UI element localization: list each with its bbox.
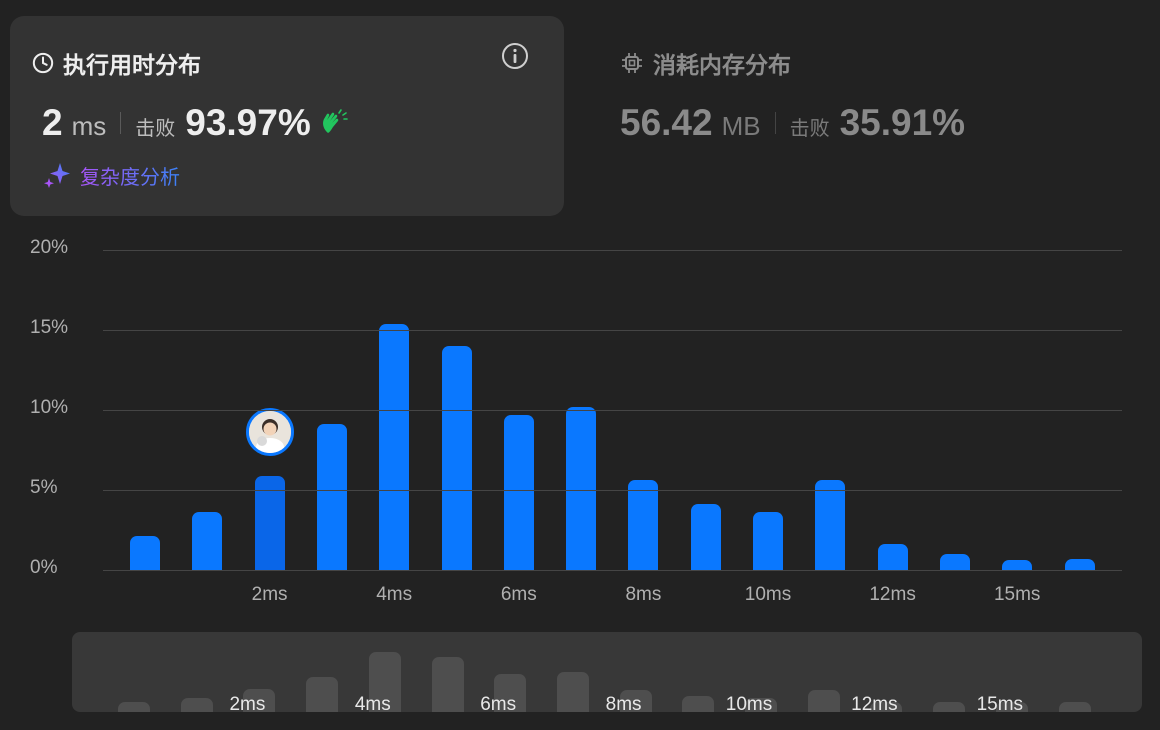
y-tick-label: 10%: [30, 397, 69, 418]
overview-bar: [118, 702, 150, 712]
runtime-unit: ms: [71, 111, 107, 141]
chart-bar[interactable]: [566, 406, 597, 570]
chart-bar[interactable]: [1064, 558, 1095, 570]
range-overview[interactable]: 2ms 4ms 6ms 8ms 10ms 12ms 15ms: [72, 632, 1142, 712]
runtime-title: 执行用时分布: [32, 46, 201, 80]
overview-bar: [180, 697, 213, 712]
chart-bar[interactable]: [192, 512, 223, 570]
divider: [120, 112, 122, 134]
chart-bar[interactable]: [1002, 560, 1033, 570]
chart-bar[interactable]: [628, 480, 659, 570]
memory-metric: 56.42 MB 击败 35.91%: [620, 102, 965, 144]
overview-bar: [306, 676, 339, 712]
avatar-image: [249, 411, 291, 453]
memory-beat-percent: 35.91%: [839, 102, 966, 143]
overview-bar: [933, 702, 966, 712]
sparkle-icon: [44, 163, 70, 188]
overview-bar: [807, 690, 840, 712]
chart-bar[interactable]: [316, 424, 347, 570]
runtime-title-label: 执行用时分布: [63, 53, 201, 79]
overview-bar: [682, 696, 715, 712]
overview-tick-label: 2ms: [229, 694, 266, 712]
overview-tick-label: 8ms: [605, 694, 642, 712]
chart-bar[interactable]: [877, 544, 908, 570]
gridline: [103, 330, 1122, 331]
chart-bar[interactable]: [939, 554, 970, 570]
divider: [774, 112, 776, 134]
memory-unit: MB: [721, 111, 761, 141]
gridline: [103, 250, 1122, 251]
y-tick-label: 20%: [30, 237, 69, 258]
x-tick-label: 8ms: [625, 584, 662, 605]
chart-bar[interactable]: [503, 414, 534, 570]
overview-bar: [431, 657, 464, 712]
overview-tick-label: 15ms: [976, 694, 1024, 712]
memory-beat-label: 击败: [789, 116, 830, 140]
user-avatar[interactable]: [246, 408, 294, 456]
chart-bar[interactable]: [815, 480, 846, 570]
x-tick-label: 15ms: [993, 584, 1041, 605]
runtime-beat-percent: 93.97%: [185, 102, 311, 143]
runtime-beat-label: 击败: [135, 116, 176, 140]
y-tick-label: 0%: [30, 557, 58, 578]
overview-tick-label: 10ms: [725, 694, 773, 712]
y-tick-label: 5%: [30, 477, 58, 498]
overview-bar: [556, 672, 589, 712]
memory-title[interactable]: 消耗内存分布: [620, 46, 791, 80]
x-tick-label: 4ms: [376, 584, 413, 605]
overview-bar: [1058, 702, 1091, 712]
memory-value: 56.42: [620, 102, 713, 143]
chart-bar[interactable]: [690, 504, 721, 570]
overview-tick-label: 6ms: [480, 694, 517, 712]
chart-bar[interactable]: [379, 323, 410, 570]
x-tick-label: 2ms: [251, 584, 288, 605]
x-tick-label: 12ms: [869, 584, 916, 605]
complexity-analysis-link[interactable]: 复杂度分析: [42, 160, 180, 190]
memory-title-label: 消耗内存分布: [653, 53, 791, 79]
runtime-value: 2: [42, 102, 63, 143]
x-tick-label: 10ms: [744, 584, 792, 605]
overview-tick-label: 4ms: [354, 694, 391, 712]
chart-bar[interactable]: [441, 346, 472, 570]
overview-tick-label: 12ms: [851, 694, 898, 712]
chip-icon: [622, 53, 642, 73]
gridline: [103, 410, 1122, 411]
chart-bar[interactable]: [130, 536, 160, 570]
complexity-analysis-label: 复杂度分析: [80, 161, 180, 190]
x-tick-label: 6ms: [500, 584, 537, 605]
y-tick-label: 15%: [30, 317, 69, 338]
info-icon[interactable]: [501, 42, 529, 70]
chart-bar[interactable]: [753, 512, 783, 570]
clapping-hands-icon: [322, 109, 348, 133]
gridline: [103, 570, 1122, 571]
runtime-metric: 2 ms 击败 93.97%: [42, 102, 349, 144]
clock-icon: [32, 52, 54, 74]
gridline: [103, 490, 1122, 491]
